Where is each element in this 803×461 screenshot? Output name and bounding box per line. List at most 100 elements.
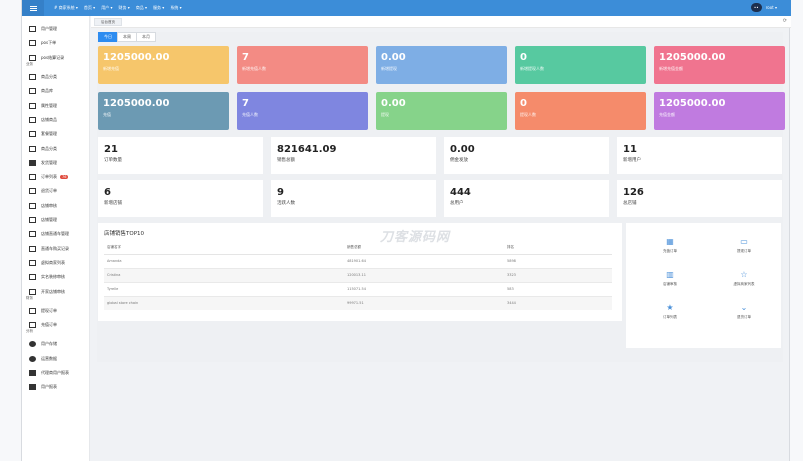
period-tab[interactable]: 本月 [136, 32, 156, 42]
table-cell: Tyrelle [104, 281, 344, 296]
stat-value: 0.00 [381, 98, 406, 109]
info-card: 6 新增店铺 [98, 180, 263, 217]
sidebar-item-label: 属性管理 [41, 102, 57, 108]
column-header: 排名 [504, 241, 612, 255]
sidebar-group-label: 业务 [26, 61, 33, 66]
sidebar-item[interactable]: 订单列表 76 [22, 170, 90, 184]
stat-value: 7 [242, 98, 249, 109]
sidebar-item[interactable]: 提现订单 [22, 304, 90, 318]
stat-card: 7 新增充值人数 [237, 46, 368, 84]
sidebar-item[interactable]: 用户管理 [22, 22, 90, 36]
sidebar-item-label: 代理商用户报表 [41, 370, 69, 376]
top-menu-item[interactable]: 首页 ▾ [84, 5, 95, 11]
sidebar-item[interactable]: 用户存储 [22, 337, 90, 351]
sidebar-item[interactable]: 属性管理 [22, 99, 90, 113]
info-label: 销售总额 [277, 158, 295, 163]
info-card: 821641.09 销售总额 [271, 137, 436, 174]
avatar[interactable]: •• [750, 3, 762, 12]
card-icon [29, 288, 36, 295]
top-menu-item[interactable]: 服务 ▾ [153, 5, 164, 11]
sidebar-item[interactable]: 套餐管理 [22, 127, 90, 141]
tab-home[interactable]: 后台首页 [94, 18, 122, 26]
top-menu-item[interactable]: 系统 ▾ [170, 5, 181, 11]
shortcut-chevron-down[interactable]: ⌄ 退货订单 [719, 303, 769, 320]
top-menu-item[interactable]: 用户 ▾ [101, 5, 112, 11]
document-icon [29, 26, 36, 33]
sidebar-item-label: 用户管理 [41, 26, 57, 32]
card-icon [29, 322, 36, 329]
book-icon [29, 40, 36, 47]
sidebar-item[interactable]: 商品库 [22, 84, 90, 98]
info-label: 佣金发放 [450, 158, 468, 163]
shortcut-label: 店铺审核 [663, 282, 677, 286]
table-cell: 3323 [504, 267, 612, 282]
stat-card: 0.00 提现 [376, 92, 507, 130]
stat-label: 充值人数 [242, 112, 258, 117]
star-outline-icon: ☆ [740, 270, 748, 279]
sidebar-item[interactable]: 商品分类 [22, 141, 90, 155]
info-value: 9 [277, 187, 284, 198]
sidebar-item[interactable]: 店铺审核 [22, 199, 90, 213]
info-value: 126 [623, 187, 644, 198]
shortcut-star-outline[interactable]: ☆ 虚拟商家列表 [719, 270, 769, 287]
sidebar-item[interactable]: 实名装修审核 [22, 270, 90, 284]
menu-toggle-button[interactable] [22, 0, 44, 16]
stat-card: 1205000.00 新增充值 [98, 46, 229, 84]
sidebar-item[interactable]: 商品分类 [22, 70, 90, 84]
stat-card: 0.00 新增提现 [376, 46, 507, 84]
info-value: 0.00 [450, 144, 475, 155]
period-tab[interactable]: 本周 [117, 32, 137, 42]
sidebar-item[interactable]: 用户报表 [22, 380, 90, 394]
card-icon [29, 259, 36, 266]
period-tab[interactable]: 今日 [98, 32, 118, 42]
stat-value: 0 [520, 52, 527, 63]
table-cell: 99971.51 [344, 295, 504, 310]
stat-card: 7 充值人数 [237, 92, 368, 130]
sidebar-item-label: 店铺商品 [41, 116, 57, 122]
top-menu: # 商家系统 ▾ 首页 ▾ 用户 ▾ 财务 ▾ 商品 ▾ 服务 ▾ 系统 ▾ [54, 5, 188, 11]
sidebar-item-label: 店铺管理 [41, 217, 57, 223]
top-menu-item[interactable]: 财务 ▾ [118, 5, 129, 11]
book-icon [29, 131, 36, 138]
info-card: 11 新增用户 [617, 137, 782, 174]
sidebar-item[interactable]: 代理商用户报表 [22, 366, 90, 380]
table-cell: 115071.54 [344, 281, 504, 296]
sidebar-item-label: 开家店铺审核 [41, 288, 65, 294]
sidebar-item[interactable]: 店铺管理 [22, 213, 90, 227]
shortcut-star[interactable]: ★ 订单列表 [645, 303, 695, 320]
sidebar-item[interactable]: 店铺直通车管理 [22, 227, 90, 241]
refresh-icon[interactable]: ⟳ [783, 18, 787, 24]
table-row: Amanda 481901.64 5898 [104, 253, 612, 268]
sidebar-item-label: 提现订单 [41, 307, 57, 313]
table-cell: Amanda [104, 253, 344, 268]
shortcut-label: 退货订单 [737, 315, 751, 319]
watermark: 刀客源码网 [380, 230, 451, 245]
sidebar-item-label: pos下单 [41, 40, 57, 46]
table-cell: 583 [504, 281, 612, 296]
sidebar-item-label: 直通车购买记录 [41, 245, 69, 251]
shortcut-card[interactable]: ▭ 提现订单 [719, 237, 769, 254]
list-icon [29, 384, 36, 391]
count-badge: 76 [60, 175, 69, 180]
top-menu-item[interactable]: # 商家系统 ▾ [54, 5, 78, 11]
sidebar-item[interactable]: 退货订单 [22, 184, 90, 198]
shortcut-qr[interactable]: ▦ 充值订单 [645, 237, 695, 254]
sidebar-item[interactable]: pos下单 [22, 36, 90, 50]
stat-card: 1205000.00 新增充值金额 [654, 46, 785, 84]
user-menu[interactable]: root ▾ [766, 5, 777, 10]
shortcut-trash[interactable]: ▥ 店铺审核 [645, 270, 695, 287]
sidebar-item[interactable]: 运营数据 [22, 352, 90, 366]
sidebar-item-label: 退货订单 [41, 188, 57, 194]
sidebar-item[interactable]: 虚拟商家列表 [22, 256, 90, 270]
info-label: 新增店铺 [104, 201, 122, 206]
sidebar-item-label: 店铺审核 [41, 202, 57, 208]
sidebar-item[interactable]: 直通车购买记录 [22, 242, 90, 256]
table-cell: global store chain [104, 295, 344, 310]
sidebar-item[interactable]: 发货管理 [22, 156, 90, 170]
sidebar-item[interactable]: 店铺商品 [22, 113, 90, 127]
table-header-row: 店铺名字 销售总额 排名 [104, 241, 612, 255]
top-menu-item[interactable]: 商品 ▾ [136, 5, 147, 11]
top-navbar: # 商家系统 ▾ 首页 ▾ 用户 ▾ 财务 ▾ 商品 ▾ 服务 ▾ 系统 ▾ •• root… [22, 0, 791, 16]
user-area[interactable]: •• root ▾ [750, 3, 777, 12]
info-label: 订单数量 [104, 158, 122, 163]
